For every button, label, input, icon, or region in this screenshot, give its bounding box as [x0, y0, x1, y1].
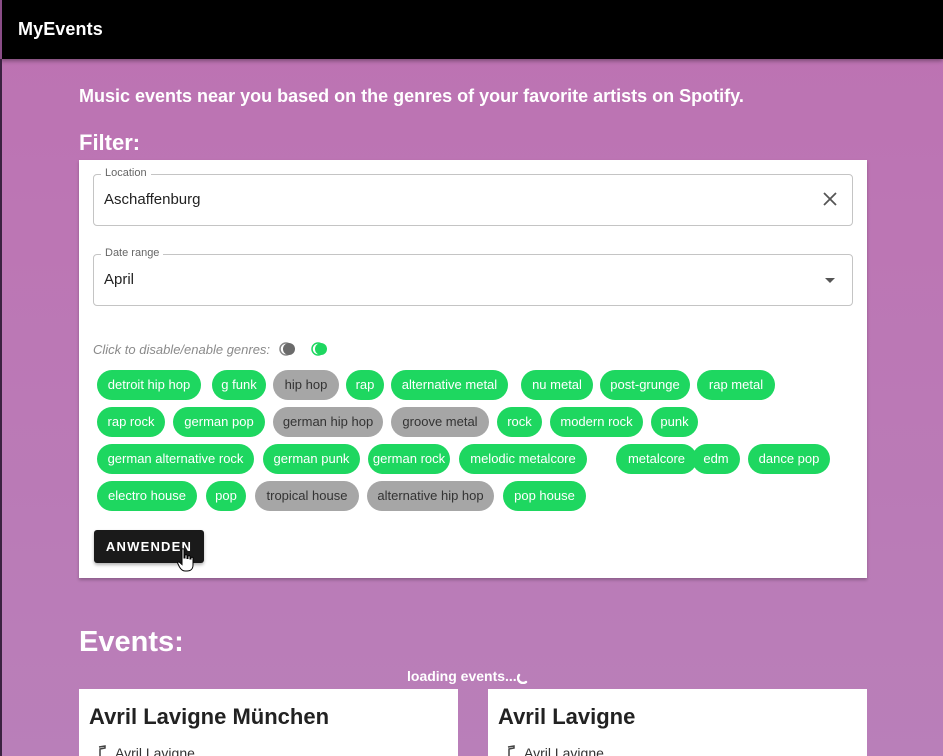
genre-chip[interactable]: melodic metalcore: [459, 444, 587, 474]
loading-text: loading events...: [407, 668, 517, 684]
location-label: Location: [101, 167, 151, 179]
location-input[interactable]: Aschaffenburg: [104, 191, 200, 208]
event-artist: Avril Lavigne: [524, 745, 604, 756]
genre-chip[interactable]: rap metal: [697, 370, 775, 400]
app-title[interactable]: MyEvents: [18, 19, 103, 40]
genre-chip[interactable]: german alternative rock: [97, 444, 254, 474]
genre-chip[interactable]: punk: [651, 407, 698, 437]
events-heading: Events:: [79, 626, 184, 658]
genre-chip[interactable]: tropical house: [255, 481, 359, 511]
date-range-select[interactable]: Date range April: [93, 247, 853, 306]
chevron-down-icon[interactable]: [825, 278, 835, 283]
genre-enabled-icon: [311, 342, 327, 356]
genre-chip[interactable]: edm: [692, 444, 740, 474]
app-bar: MyEvents: [0, 0, 943, 59]
genre-chip[interactable]: pop house: [503, 481, 586, 511]
genre-chip[interactable]: groove metal: [391, 407, 489, 437]
genre-chip[interactable]: detroit hip hop: [97, 370, 201, 400]
genre-chip[interactable]: pop: [206, 481, 246, 511]
event-card[interactable]: Avril Lavigne München Avril Lavigne: [79, 689, 458, 756]
genre-chip[interactable]: nu metal: [521, 370, 593, 400]
genre-chip[interactable]: rap: [346, 370, 384, 400]
date-range-value[interactable]: April: [104, 271, 134, 288]
genre-hint: Click to disable/enable genres:: [93, 342, 271, 357]
clear-icon[interactable]: [820, 189, 840, 209]
genre-chip[interactable]: post-grunge: [600, 370, 690, 400]
genre-chip[interactable]: alternative hip hop: [367, 481, 494, 511]
spinner-icon: [517, 673, 528, 684]
genre-chip[interactable]: german rock: [368, 444, 450, 474]
genre-chip[interactable]: german hip hop: [273, 407, 383, 437]
window-edge: [0, 59, 2, 756]
genre-chip[interactable]: rock: [497, 407, 542, 437]
genre-chip[interactable]: electro house: [97, 481, 197, 511]
genre-chip[interactable]: modern rock: [550, 407, 643, 437]
filter-heading: Filter:: [79, 130, 141, 155]
filter-card: Location Aschaffenburg Date range April …: [79, 160, 867, 578]
genre-chip[interactable]: dance pop: [748, 444, 830, 474]
hand-cursor-icon: [177, 548, 194, 572]
genre-chip[interactable]: hip hop: [273, 370, 339, 400]
intro-text: Music events near you based on the genre…: [79, 86, 744, 106]
genre-chip[interactable]: german pop: [173, 407, 265, 437]
music-note-icon: [98, 745, 106, 756]
genre-chip[interactable]: alternative metal: [391, 370, 508, 400]
genre-disabled-icon: [279, 342, 295, 356]
genre-chip[interactable]: metalcore: [616, 444, 697, 474]
genre-chip[interactable]: g funk: [212, 370, 266, 400]
event-title: Avril Lavigne: [498, 704, 636, 729]
music-note-icon: [507, 745, 515, 756]
event-card[interactable]: Avril Lavigne Avril Lavigne: [488, 689, 867, 756]
date-range-label: Date range: [101, 247, 164, 259]
event-title: Avril Lavigne München: [89, 704, 330, 729]
genre-chip[interactable]: german punk: [263, 444, 360, 474]
genre-chip[interactable]: rap rock: [97, 407, 165, 437]
event-artist: Avril Lavigne: [115, 745, 195, 756]
location-field[interactable]: Location Aschaffenburg: [93, 167, 853, 226]
